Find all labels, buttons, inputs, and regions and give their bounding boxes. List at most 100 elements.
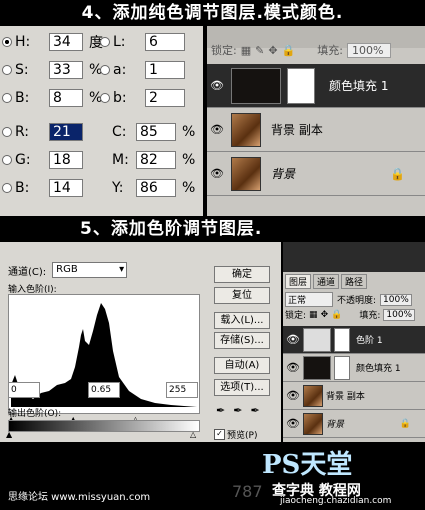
fill-thumbnail [231,67,281,104]
output-gradient-bar [8,420,200,432]
options-button[interactable]: 选项(T)... [214,379,270,396]
lock-label: 锁定: [285,311,307,321]
label-m: M: [112,152,129,168]
chevron-down-icon: ▾ [119,264,125,275]
label-g: G: [15,152,31,168]
lock-all-icon[interactable]: 🔒 [282,44,296,57]
radio-a[interactable] [100,65,110,75]
cyan-field[interactable]: 85 [136,123,176,141]
auto-button[interactable]: 自动(A) [214,357,270,374]
visibility-eye-icon[interactable]: 👁 [283,333,303,346]
opacity-label: 不透明度: [337,296,377,306]
channel-label: 通道(C): [8,266,47,278]
layer-name-color-fill: 颜色填充 1 [329,79,389,93]
layer-row-background[interactable]: 👁 背景 🔒 [207,152,425,196]
layer-row-color-fill[interactable]: 👁 颜色填充 1 [207,64,425,108]
ps-heaven-logo: PS天堂 [262,450,353,480]
gray-eyedropper-icon[interactable]: ✒ [233,404,242,417]
site-url: jiaocheng.chazidian.com [280,496,392,506]
preview-checkbox[interactable]: ✓ [214,429,225,440]
lab-l-field[interactable]: 6 [145,33,185,51]
radio-lab-b[interactable] [100,93,110,103]
radio-s[interactable] [2,65,12,75]
blend-mode-select[interactable]: 正常 [285,292,333,307]
cyan-unit: % [182,124,196,140]
blue-field[interactable]: 14 [49,179,83,197]
load-button[interactable]: 载入(L)... [214,312,270,329]
fill-input[interactable]: 100% [346,42,391,58]
lock-move-icon[interactable]: ✥ [321,310,329,320]
layers-panel-header [283,242,425,272]
radio-h[interactable] [2,37,12,47]
black-eyedropper-icon[interactable]: ✒ [216,404,225,417]
save-button[interactable]: 存储(S)... [214,332,270,349]
levels-adjust-thumbnail [303,327,331,352]
layer-row-background[interactable]: 👁 背景 🔒 [283,410,425,438]
radio-l[interactable] [100,37,110,47]
title-banner-step4: 4、添加纯色调节图层.模式颜色. [0,0,425,26]
layer-name-levels: 色阶 1 [356,336,383,346]
yellow-field[interactable]: 86 [136,179,176,197]
visibility-eye-icon[interactable]: 👁 [207,123,227,136]
radio-b[interactable] [2,93,12,103]
output-white-marker[interactable]: △ [190,430,196,439]
visibility-eye-icon[interactable]: 👁 [283,361,303,374]
mask-thumbnail [287,67,315,104]
layer-row-color-fill[interactable]: 👁 颜色填充 1 [283,354,425,382]
opacity-input[interactable]: 100% [380,293,412,306]
layer-thumbnail [231,112,261,147]
fill-label: 填充: [317,44,343,57]
forum-watermark: 思缘论坛 www.missyuan.com [8,492,151,503]
lab-b-field[interactable]: 2 [145,89,185,107]
visibility-eye-icon[interactable]: 👁 [283,389,303,402]
output-levels-label: 输出色阶(O): [8,409,62,419]
visibility-eye-icon[interactable]: 👁 [283,417,303,430]
color-picker-panel: H: 34 度 S: 33 % B: 8 % R: 21 G: 18 B: 14… [0,26,203,216]
tab-layers[interactable]: 图层 [285,274,312,289]
title-banner-step5: 5、添加色阶调节图层. [0,216,425,242]
layer-name-bg-copy: 背景 副本 [326,392,365,402]
lock-pixels-icon[interactable]: ▦ [309,310,318,320]
radio-g[interactable] [2,155,12,165]
layer-row-levels[interactable]: 👁 色阶 1 [283,326,425,354]
channel-select[interactable]: RGB ▾ [52,262,128,278]
lab-a-field[interactable]: 1 [145,61,185,79]
visibility-eye-icon[interactable]: 👁 [207,79,227,92]
reset-button[interactable]: 复位 [214,287,270,304]
hue-field[interactable]: 34 [49,33,83,51]
tab-paths[interactable]: 路径 [341,274,368,289]
label-blue: B: [15,180,30,196]
label-c: C: [112,124,127,140]
output-black-marker[interactable]: ▲ [6,430,12,439]
input-white-field[interactable]: 255 [166,382,198,398]
ok-button[interactable]: 确定 [214,266,270,283]
saturation-field[interactable]: 33 [49,61,83,79]
red-field[interactable]: 21 [49,123,83,141]
layer-row-bg-copy[interactable]: 👁 背景 副本 [207,108,425,152]
brightness-field[interactable]: 8 [49,89,83,107]
visibility-eye-icon[interactable]: 👁 [207,167,227,180]
fill-input[interactable]: 100% [383,308,416,321]
lock-move-icon[interactable]: ✥ [268,44,277,57]
channel-value: RGB [56,264,78,275]
label-l: L: [113,34,126,50]
white-eyedropper-icon[interactable]: ✒ [250,404,259,417]
green-field[interactable]: 18 [49,151,83,169]
radio-blue[interactable] [2,183,12,193]
label-s: S: [15,62,29,78]
input-black-field[interactable]: 0 [8,382,40,398]
magenta-field[interactable]: 82 [136,151,176,169]
radio-r[interactable] [2,127,12,137]
input-gamma-field[interactable]: 0.65 [88,382,120,398]
lock-all-icon[interactable]: 🔒 [331,310,342,320]
tab-channels[interactable]: 通道 [313,274,340,289]
layer-row-bg-copy[interactable]: 👁 背景 副本 [283,382,425,410]
lock-paint-icon[interactable]: ✎ [255,44,264,57]
lock-pixels-icon[interactable]: ▦ [241,44,251,57]
fill-thumbnail [303,355,331,380]
layer-name-color-fill: 颜色填充 1 [356,364,401,374]
layer-name-bg-copy: 背景 副本 [271,123,323,137]
label-a: a: [113,62,127,78]
footer: 思缘论坛 www.missyuan.com PS天堂 787 查字典 教程网 j… [0,442,425,510]
lock-label: 锁定: [211,44,237,57]
